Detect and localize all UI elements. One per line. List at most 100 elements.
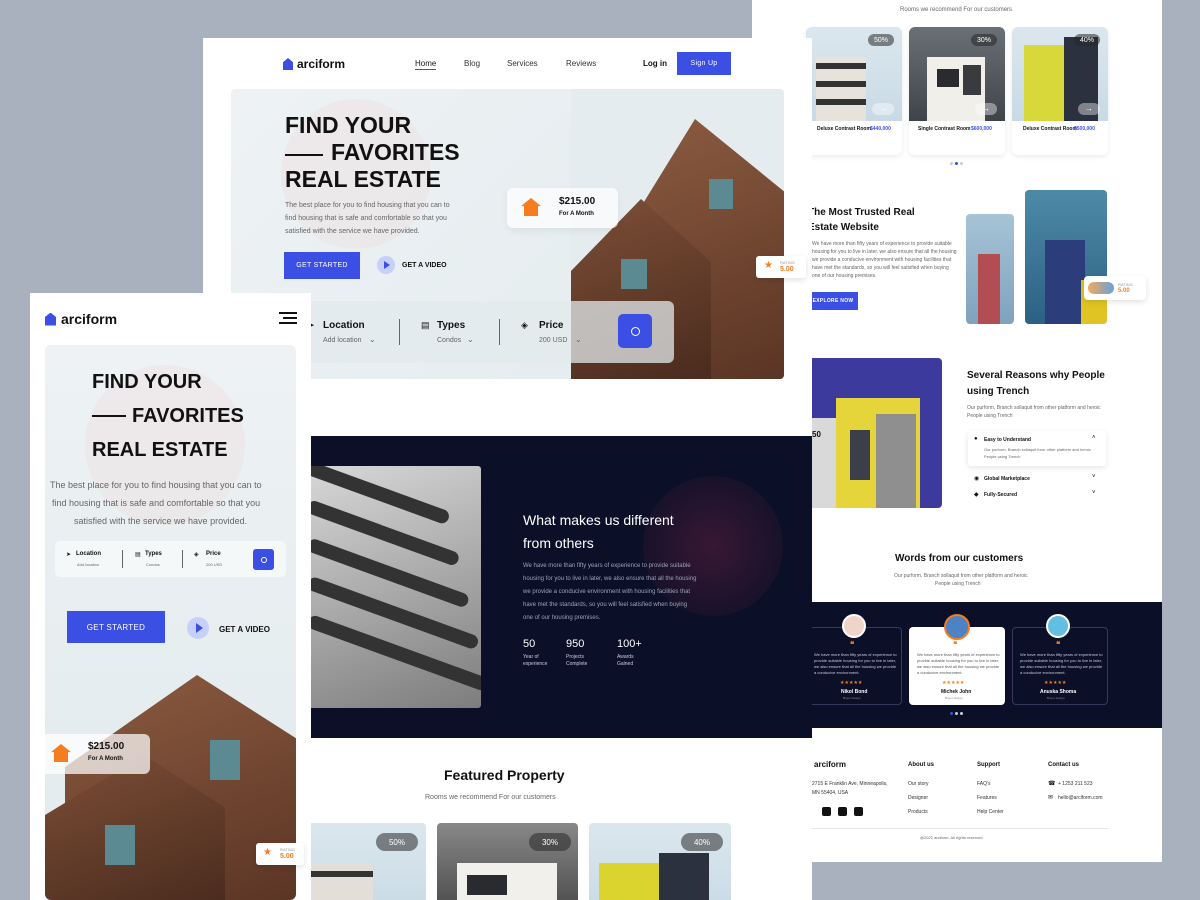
accordion-body: Our purform, Branch sollaquit from other… <box>984 447 1091 452</box>
instagram-icon[interactable] <box>854 807 863 816</box>
prop-name: Deluxe Contrast Room <box>1023 126 1077 132</box>
price-select[interactable]: 200 USD <box>539 337 567 344</box>
hero-dash <box>285 154 323 156</box>
trusted-desc: have met the standards, so you will feel… <box>812 265 949 271</box>
testimonial-text: provide suitable housing for you to live… <box>814 658 897 663</box>
mobile-get-started-button[interactable]: GET STARTED <box>67 611 165 643</box>
rating-label: RATING <box>280 847 295 852</box>
testimonial-role: Buyer design <box>843 696 861 700</box>
trusted-desc: housing for you to live in later, we als… <box>812 249 957 255</box>
prop-price: $500,000 <box>1074 126 1095 132</box>
accordion-item-open[interactable]: ● Easy to Understand ˄ Our purform, Bran… <box>968 431 1106 466</box>
carousel-dots[interactable] <box>950 712 964 715</box>
footer-link[interactable]: Designer <box>908 795 928 801</box>
accordion-title: Fully-Secured <box>984 492 1018 498</box>
different-photo <box>303 466 481 708</box>
location-select[interactable]: Add location <box>77 562 99 567</box>
shield-icon: ◆ <box>974 492 979 498</box>
accordion-item-secure[interactable]: ◆ Fully-Secured ˅ <box>968 490 1106 502</box>
location-select[interactable]: Add location <box>323 337 362 344</box>
carousel-dots[interactable] <box>950 162 964 165</box>
right-prop-card-2[interactable]: 30% → Single Contrast Room $600,000 <box>909 27 1005 155</box>
play-video-button[interactable] <box>377 256 395 274</box>
hero-title-line2: FAVORITES <box>331 139 460 165</box>
chevron-down-icon[interactable]: ˅ <box>1092 474 1096 480</box>
login-link[interactable]: Log in <box>643 59 667 68</box>
footer-link[interactable]: Features <box>977 795 997 801</box>
explore-now-button[interactable]: EXPLORE NOW <box>808 292 858 310</box>
search-divider <box>122 550 123 568</box>
reasons-title-2: using Trench <box>967 386 1030 397</box>
arrow-icon[interactable]: → <box>872 103 894 115</box>
nav-reviews[interactable]: Reviews <box>566 59 596 68</box>
accordion-title: Easy to Understand <box>984 437 1031 443</box>
price-select[interactable]: 200 USD <box>206 562 222 567</box>
footer-link[interactable]: Our story <box>908 781 929 787</box>
hero-desc: find housing that is safe and comfortabl… <box>285 215 447 222</box>
avatar <box>944 614 970 640</box>
chevron-down-icon[interactable]: ⌄ <box>369 335 376 344</box>
stat-overlay: 50 <box>812 430 821 439</box>
arrow-icon[interactable]: → <box>1078 103 1100 115</box>
different-desc: we provide a conducive environment with … <box>523 589 691 595</box>
footer-phone[interactable]: + 1253 211 523 <box>1058 781 1093 787</box>
play-icon <box>195 623 203 633</box>
price-value: $215.00 <box>88 741 125 752</box>
location-label: Location <box>76 551 101 557</box>
signup-button[interactable]: Sign Up <box>677 52 731 75</box>
twitter-icon[interactable] <box>822 807 831 816</box>
trusted-desc: one of our housing premises. <box>812 273 877 279</box>
testimonial-name: Nikol Bond <box>841 689 868 695</box>
testimonial-text: a conducive environment. <box>814 670 860 675</box>
mobile-play-video-button[interactable] <box>187 617 209 639</box>
mobile-rating-badge: ★ RATING 5.00 <box>256 843 304 865</box>
chevron-down-icon[interactable]: ⌄ <box>575 335 582 344</box>
testimonial-text: we also ensure that all the housing we p… <box>917 664 1000 669</box>
copyright: @2022 arciform. All rights reserved. <box>920 835 984 840</box>
footer-support-title: Support <box>977 762 1000 768</box>
tag-icon: ◈ <box>521 320 528 330</box>
price-card: $215.00 For A Month <box>507 188 618 228</box>
rating-value: 5.00 <box>280 853 294 860</box>
footer-link[interactable]: Products <box>908 809 928 815</box>
types-select[interactable]: Condos <box>146 562 160 567</box>
globe-icon: ◉ <box>974 476 980 482</box>
discount-badge: 50% <box>868 34 894 46</box>
hero-title-line1: FIND YOUR <box>285 112 412 138</box>
price-label: Price <box>539 320 564 331</box>
testimonial-name: Anuska Shoma <box>1040 689 1077 695</box>
get-started-button[interactable]: GET STARTED <box>284 252 360 279</box>
linkedin-icon[interactable] <box>838 807 847 816</box>
footer-logo[interactable]: arciform <box>814 760 846 769</box>
footer-link[interactable]: Help Center <box>977 809 1004 815</box>
types-select[interactable]: Condos <box>437 337 461 344</box>
stat-label: Gained <box>617 661 634 667</box>
testimonial-role: Buyer design <box>945 696 963 700</box>
chevron-up-icon[interactable]: ˄ <box>1092 435 1096 441</box>
price-sub: For A Month <box>559 211 594 217</box>
footer-email[interactable]: hello@arciform.com <box>1058 795 1103 801</box>
hamburger-menu-icon[interactable] <box>279 312 297 324</box>
logo[interactable]: arciform <box>283 56 345 72</box>
social-icons[interactable] <box>808 807 868 817</box>
chevron-down-icon[interactable]: ˅ <box>1092 490 1096 496</box>
mobile-get-video-link[interactable]: GET A VIDEO <box>219 625 270 634</box>
right-prop-card-1[interactable]: 50% → Deluxe Contrast Room $440,000 <box>806 27 902 155</box>
stat-value: 950 <box>566 638 585 650</box>
chevron-down-icon[interactable]: ⌄ <box>467 335 474 344</box>
reasons-title: Several Reasons why People <box>967 370 1105 381</box>
arrow-icon[interactable]: → <box>975 103 997 115</box>
footer-address: 2715 E Franklin Ave, Minneapolis, <box>812 781 888 787</box>
get-video-link[interactable]: GET A VIDEO <box>402 262 447 269</box>
nav-home[interactable]: Home <box>415 59 437 70</box>
accordion-item-global[interactable]: ◉ Global Marketplace ˅ <box>968 474 1106 486</box>
nav-services[interactable]: Services <box>507 59 538 68</box>
footer-link[interactable]: FAQ's <box>977 781 990 787</box>
price-value: $215.00 <box>559 196 596 207</box>
accordion-body: People using Trench <box>984 454 1021 459</box>
right-prop-card-3[interactable]: 40% → Deluxe Contrast Room $500,000 <box>1012 27 1108 155</box>
mobile-logo[interactable]: arciform <box>45 311 117 327</box>
mobile-search-button[interactable] <box>253 549 274 570</box>
search-button[interactable] <box>618 314 652 348</box>
nav-blog[interactable]: Blog <box>464 59 480 68</box>
